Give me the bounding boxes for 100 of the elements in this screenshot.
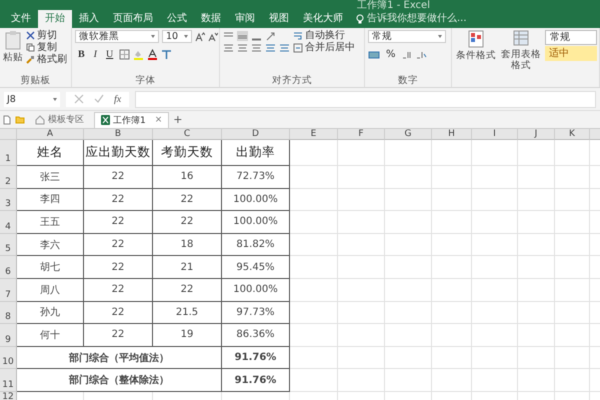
empty-cell[interactable] [555, 278, 590, 302]
empty-cell[interactable] [385, 166, 432, 189]
empty-cell[interactable] [518, 256, 555, 279]
merge-center-icon[interactable] [293, 42, 303, 52]
empty-cell[interactable] [555, 302, 590, 324]
empty-cell[interactable] [290, 302, 338, 324]
folder-icon[interactable] [15, 115, 25, 124]
column-header[interactable]: D [222, 129, 290, 140]
empty-cell[interactable] [290, 211, 338, 234]
row-header[interactable]: 11 [0, 369, 17, 392]
document-tab[interactable]: 模板专区 [29, 112, 90, 127]
empty-cell[interactable] [338, 346, 385, 370]
empty-cell[interactable] [555, 188, 590, 212]
row-header[interactable]: 6 [0, 256, 17, 279]
insert-function-button[interactable]: fx [114, 94, 122, 104]
empty-cell[interactable] [338, 166, 385, 189]
empty-cell[interactable] [472, 302, 518, 324]
empty-cell[interactable] [518, 166, 555, 189]
empty-cell[interactable] [432, 234, 472, 256]
formula-input[interactable] [135, 90, 596, 108]
empty-cell[interactable] [290, 256, 338, 279]
new-file-icon[interactable] [3, 114, 11, 124]
empty-cell[interactable] [518, 278, 555, 302]
table-format-icon[interactable] [513, 30, 529, 48]
borders-icon[interactable] [119, 49, 130, 60]
ribbon-tab[interactable]: 美化大师 [296, 10, 350, 28]
empty-cell[interactable] [472, 324, 518, 347]
column-header[interactable]: I [472, 129, 518, 140]
empty-cell[interactable] [555, 346, 590, 370]
format-painter-button[interactable]: 格式刷 [26, 54, 67, 65]
ribbon-tab[interactable]: 数据 [194, 10, 228, 28]
empty-cell[interactable] [290, 140, 338, 166]
empty-cell[interactable] [472, 346, 518, 370]
bold-button[interactable]: B [75, 49, 88, 60]
fill-color-icon[interactable] [133, 49, 144, 60]
empty-cell[interactable] [472, 188, 518, 212]
ribbon-tab[interactable]: 文件 [4, 10, 38, 28]
empty-cell[interactable] [518, 234, 555, 256]
ribbon-tab[interactable]: 审阅 [228, 10, 262, 28]
empty-cell[interactable] [472, 256, 518, 279]
empty-cell[interactable] [338, 211, 385, 234]
empty-cell[interactable] [472, 166, 518, 189]
ribbon-tab[interactable]: 开始 [38, 10, 72, 28]
empty-cell[interactable] [338, 369, 385, 392]
empty-cell[interactable] [290, 278, 338, 302]
empty-cell[interactable] [385, 140, 432, 166]
empty-cell[interactable] [472, 234, 518, 256]
number-format-field[interactable]: 常规 [368, 30, 446, 43]
house-icon[interactable] [35, 114, 45, 124]
empty-cell[interactable] [338, 324, 385, 347]
brush-icon[interactable] [26, 55, 35, 64]
empty-cell[interactable] [518, 140, 555, 166]
empty-cell[interactable] [518, 188, 555, 212]
empty-cell[interactable] [432, 369, 472, 392]
name-box[interactable]: J8 [4, 92, 60, 106]
empty-cell[interactable] [385, 346, 432, 370]
empty-cell[interactable] [385, 256, 432, 279]
row-header[interactable]: 8 [0, 302, 17, 324]
wrap-text-button[interactable]: 自动换行 [293, 30, 355, 41]
empty-cell[interactable] [338, 256, 385, 279]
tell-me-search[interactable]: 告诉我你想要做什么... [350, 10, 473, 28]
percent-button[interactable]: % [383, 49, 399, 60]
empty-cell[interactable] [338, 234, 385, 256]
empty-cell[interactable] [518, 211, 555, 234]
row-header[interactable]: 7 [0, 278, 17, 302]
empty-cell[interactable] [555, 166, 590, 189]
empty-cell[interactable] [432, 302, 472, 324]
empty-cell[interactable] [555, 256, 590, 279]
grow-font-icon[interactable] [195, 32, 205, 42]
align-left-icon[interactable] [223, 42, 234, 52]
empty-cell[interactable] [290, 346, 338, 370]
column-header[interactable]: G [385, 129, 432, 140]
orientation-icon[interactable] [265, 31, 276, 41]
empty-cell[interactable] [432, 324, 472, 347]
empty-cell[interactable] [290, 369, 338, 392]
empty-cell[interactable] [290, 188, 338, 212]
font-size-field[interactable]: 10 [162, 30, 192, 43]
empty-cell[interactable] [385, 302, 432, 324]
empty-cell[interactable] [432, 256, 472, 279]
empty-cell[interactable] [432, 278, 472, 302]
empty-cell[interactable] [555, 234, 590, 256]
empty-cell[interactable] [472, 278, 518, 302]
empty-cell[interactable] [290, 166, 338, 189]
merge-center-button[interactable]: 合并后居中 [293, 42, 355, 53]
align-right-icon[interactable] [251, 42, 262, 52]
cell-style-normal[interactable]: 常规 [545, 30, 597, 45]
decrease-decimal-icon[interactable] [416, 50, 427, 60]
empty-cell[interactable] [518, 346, 555, 370]
excel-icon[interactable] [101, 115, 110, 125]
empty-cell[interactable] [385, 211, 432, 234]
empty-cell[interactable] [472, 140, 518, 166]
italic-button[interactable]: I [90, 49, 100, 60]
row-header[interactable]: 9 [0, 324, 17, 347]
font-color-icon[interactable] [147, 49, 158, 60]
increase-decimal-icon[interactable] [402, 50, 413, 60]
empty-cell[interactable] [338, 302, 385, 324]
ribbon-tab[interactable]: 公式 [160, 10, 194, 28]
increase-indent-icon[interactable] [279, 42, 290, 52]
empty-cell[interactable] [555, 324, 590, 347]
decrease-indent-icon[interactable] [265, 42, 276, 52]
